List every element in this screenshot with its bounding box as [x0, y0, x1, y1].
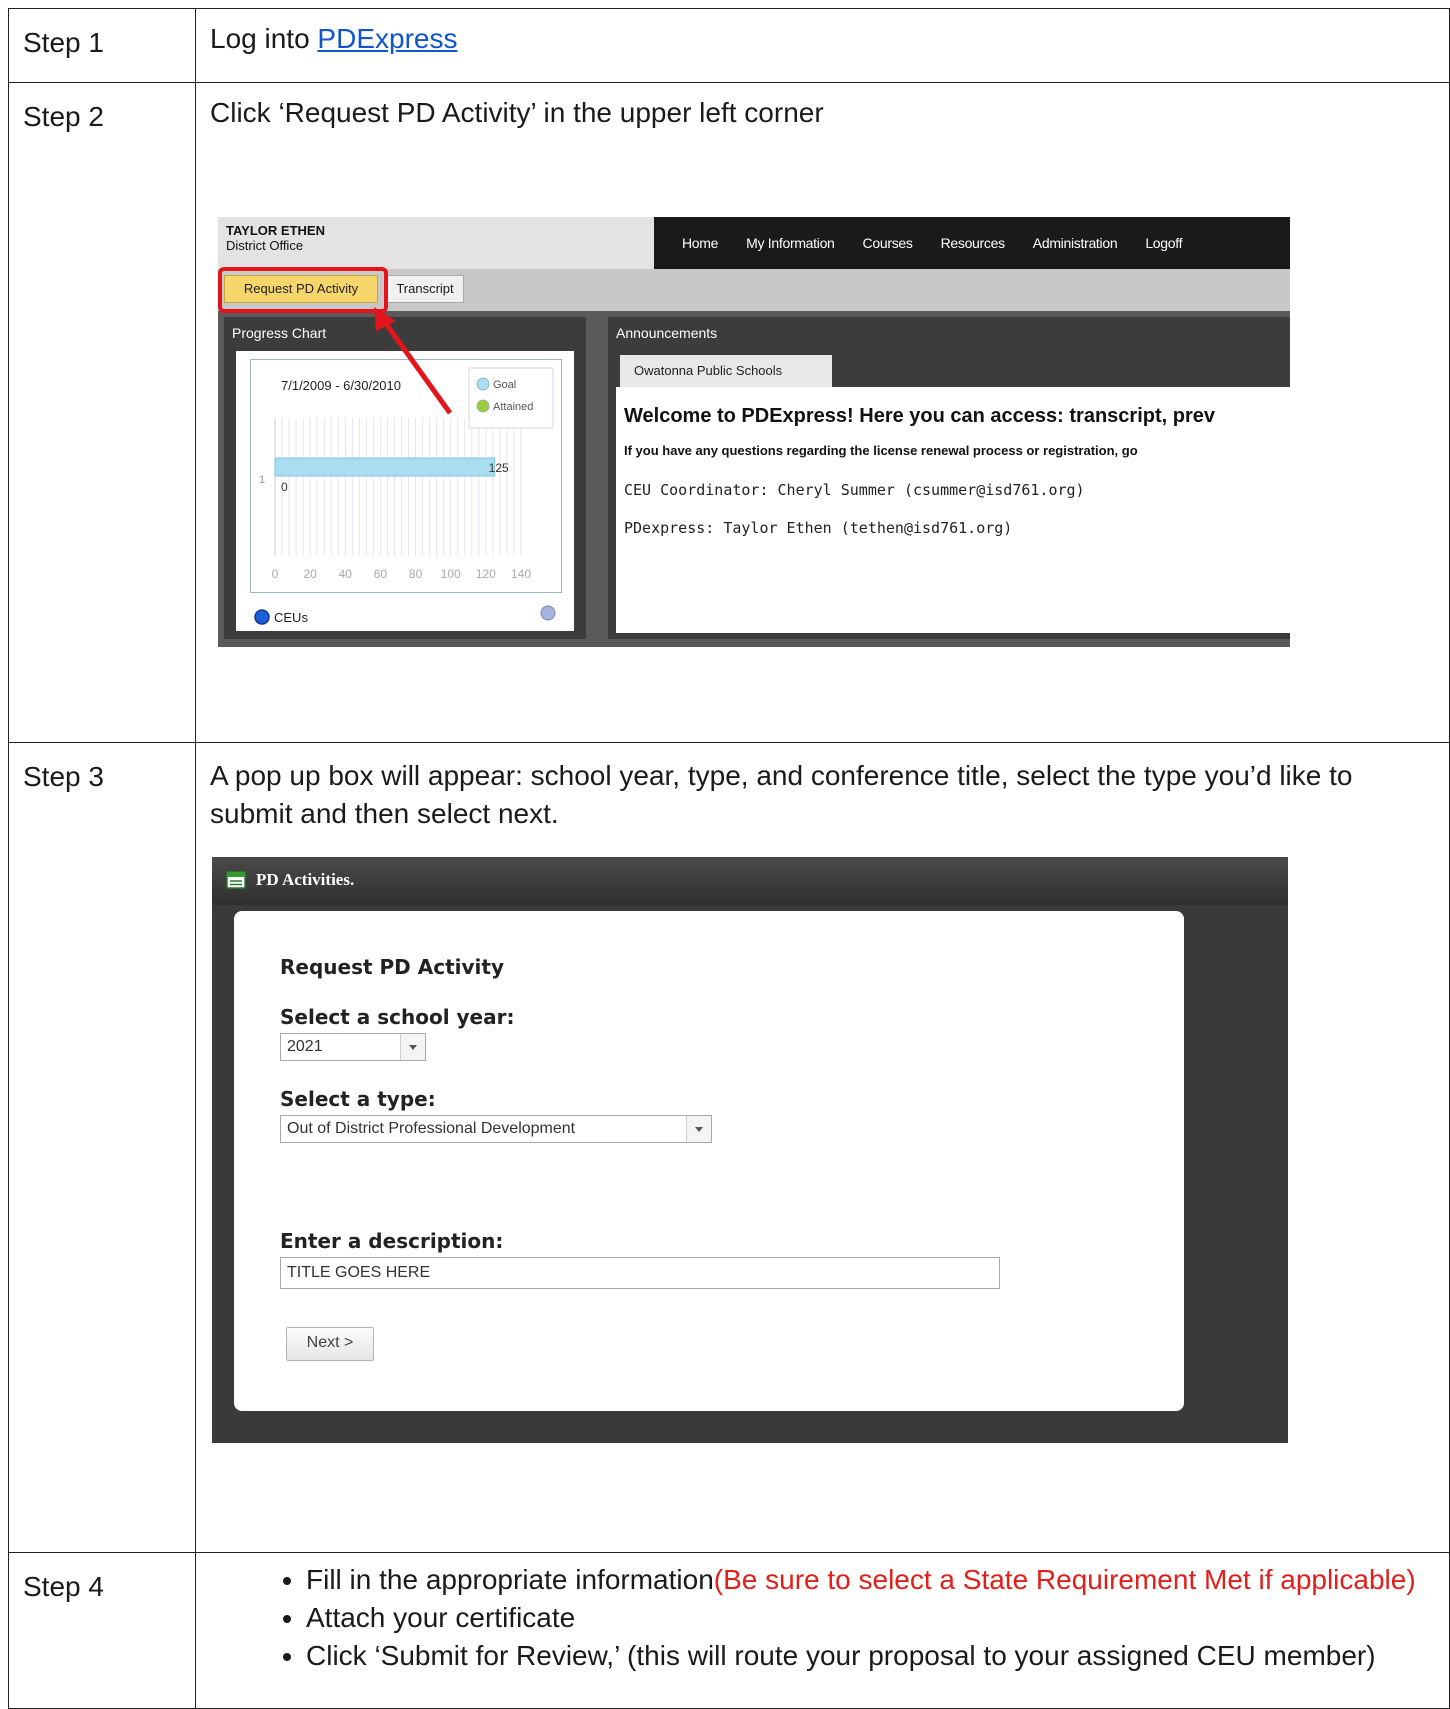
bullet-note: (Be sure to select a State Requirement M… [713, 1564, 1416, 1595]
type-label: Select a type: [280, 1087, 436, 1111]
step-row-2: Step 2 Click ‘Request PD Activity’ in th… [8, 82, 1450, 743]
school-year-value: 2021 [287, 1038, 323, 1055]
progress-title: Progress Chart [232, 325, 327, 341]
announcements-title: Announcements [616, 325, 718, 341]
dialog-heading: Request PD Activity [280, 955, 504, 979]
steps-table: Step 1 Log into PDExpress Step 2 Click ‘… [8, 8, 1450, 1709]
ceus-label: CEUs [274, 610, 308, 625]
school-year-label: Select a school year: [280, 1005, 515, 1029]
step-row-3: Step 3 A pop up box will appear: school … [8, 742, 1450, 1553]
pdexpress-link[interactable]: PDExpress [317, 23, 457, 54]
step-text: Click ‘Request PD Activity’ in the upper… [210, 97, 824, 128]
school-year-select[interactable]: 2021 [280, 1033, 426, 1061]
user-office: District Office [226, 238, 304, 253]
step-content: Fill in the appropriate information(Be s… [195, 1552, 1450, 1709]
nav-administration[interactable]: Administration [1033, 235, 1118, 251]
step-label: Step 1 [8, 8, 196, 83]
description-label: Enter a description: [280, 1229, 504, 1253]
nav-logoff[interactable]: Logoff [1145, 235, 1182, 251]
legend-swatch [476, 377, 490, 391]
type-select[interactable]: Out of District Professional Development [280, 1115, 712, 1143]
type-value: Out of District Professional Development [287, 1120, 576, 1137]
step-text: Log into [210, 23, 318, 54]
nav-home[interactable]: Home [682, 235, 718, 251]
dialog-body: Request PD Activity Select a school year… [234, 911, 1184, 1411]
settings-icon[interactable] [540, 605, 556, 621]
list-item: Click ‘Submit for Review,’ (this will ro… [306, 1637, 1449, 1675]
welcome-text: Welcome to PDExpress! Here you can acces… [624, 405, 1215, 427]
x-tick-label: 40 [339, 567, 353, 581]
progress-panel: Progress Chart 7/1/2009 - 6/30/2010 1 125 0… [224, 317, 586, 639]
x-tick-label: 100 [441, 567, 461, 581]
ceu-coordinator-text: CEU Coordinator: Cheryl Summer (csummer@… [624, 481, 1085, 499]
step-content: A pop up box will appear: school year, t… [195, 742, 1450, 1553]
nav-my-information[interactable]: My Information [746, 235, 835, 251]
list-item: Fill in the appropriate information(Be s… [306, 1561, 1449, 1599]
nav-resources[interactable]: Resources [941, 235, 1006, 251]
x-tick-label: 140 [511, 567, 531, 581]
x-tick-label: 120 [476, 567, 496, 581]
chart-footer: CEUs [254, 605, 556, 625]
step-content: Click ‘Request PD Activity’ in the upper… [195, 82, 1450, 743]
x-tick-label: 80 [409, 567, 423, 581]
step-label: Step 2 [8, 82, 196, 743]
bullet-text: Click ‘Submit for Review,’ (this will ro… [306, 1640, 1376, 1671]
step-4-list: Fill in the appropriate information(Be s… [210, 1561, 1449, 1675]
step-text: A pop up box will appear: school year, t… [210, 760, 1353, 829]
bar-goal [274, 457, 496, 477]
user-name: TAYLOR ETHEN [226, 223, 325, 238]
dialog-title-bar: PD Activities. [212, 857, 1288, 905]
list-item: Attach your certificate [306, 1599, 1449, 1637]
highlight-box [218, 267, 388, 313]
chevron-down-icon[interactable] [686, 1116, 711, 1142]
description-input[interactable]: TITLE GOES HERE [280, 1257, 1000, 1289]
category-label: 1 [259, 474, 265, 486]
data-label-goal: 125 [489, 461, 509, 475]
ceus-radio[interactable] [254, 609, 270, 625]
questions-text: If you have any questions regarding the … [624, 443, 1138, 458]
dashboard-screenshot: TAYLOR ETHEN District Office Home My Inf… [218, 217, 1290, 647]
chart-box: 7/1/2009 - 6/30/2010 1 125 0 0 20 40 60 80 100 120… [236, 351, 574, 631]
main-nav: Home My Information Courses Resources Ad… [654, 217, 1290, 269]
pdexpress-contact-text: PDexpress: Taylor Ethen (tethen@isd761.o… [624, 519, 1013, 537]
progress-chart: 7/1/2009 - 6/30/2010 1 125 0 0 20 40 60 80 100 120… [259, 367, 554, 581]
announcements-panel: Announcements Owatonna Public Schools We… [608, 317, 1290, 639]
legend-box [468, 367, 554, 429]
chevron-down-icon[interactable] [400, 1034, 425, 1060]
legend-label: Goal [493, 379, 516, 391]
legend-label: Attained [493, 401, 533, 413]
next-button[interactable]: Next > [286, 1327, 374, 1361]
step-content: Log into PDExpress [195, 8, 1450, 83]
chart-title: 7/1/2009 - 6/30/2010 [281, 378, 401, 393]
calendar-icon [226, 871, 246, 889]
x-tick-label: 0 [272, 567, 279, 581]
chart-frame: 7/1/2009 - 6/30/2010 1 125 0 0 20 40 60 80 100 120… [250, 359, 562, 593]
x-tick-label: 20 [303, 567, 317, 581]
bullet-text: Fill in the appropriate information [306, 1564, 714, 1595]
pd-activities-dialog: PD Activities. Request PD Activity Selec… [212, 857, 1288, 1443]
tab-transcript[interactable]: Transcript [386, 275, 464, 303]
bullet-text: Attach your certificate [306, 1602, 576, 1633]
dialog-title: PD Activities. [256, 870, 355, 889]
user-info: TAYLOR ETHEN District Office [226, 223, 325, 253]
nav-courses[interactable]: Courses [863, 235, 913, 251]
dashboard-header: TAYLOR ETHEN District Office Home My Inf… [218, 217, 1290, 269]
step-label: Step 4 [8, 1552, 196, 1709]
step-label: Step 3 [8, 742, 196, 1553]
step-row-1: Step 1 Log into PDExpress [8, 8, 1450, 83]
legend-swatch [476, 399, 490, 413]
step-row-4: Step 4 Fill in the appropriate informati… [8, 1552, 1450, 1709]
data-label-attained: 0 [281, 480, 288, 494]
announcements-body: Welcome to PDExpress! Here you can acces… [616, 387, 1290, 633]
tab-owatonna-public-schools[interactable]: Owatonna Public Schools [620, 355, 832, 387]
x-tick-label: 60 [374, 567, 388, 581]
